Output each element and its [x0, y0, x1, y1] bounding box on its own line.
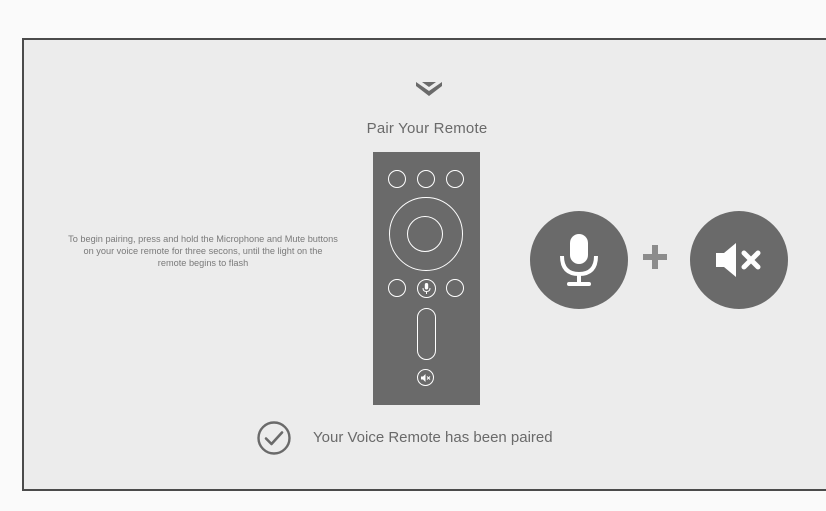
- pairing-instructions: To begin pairing, press and hold the Mic…: [68, 234, 338, 268]
- remote-top-button-left: [388, 170, 406, 188]
- microphone-icon: [560, 234, 598, 286]
- mute-small-icon: [420, 373, 430, 382]
- remote-illustration: [373, 152, 480, 405]
- microphone-small-icon: [422, 283, 431, 294]
- speaker-mute-icon: [716, 243, 761, 277]
- remote-top-button-right: [446, 170, 464, 188]
- remote-top-button-center: [417, 170, 435, 188]
- remote-button-left: [388, 279, 406, 297]
- remote-volume-rocker: [417, 308, 436, 360]
- remote-microphone-button: [417, 279, 436, 298]
- remote-mute-button: [417, 369, 434, 386]
- pairing-status-message: Your Voice Remote has been paired: [313, 429, 553, 446]
- remote-dpad-center: [407, 216, 443, 252]
- mute-button-illustration: [690, 211, 788, 309]
- plus-icon: [643, 245, 667, 269]
- chevron-logo-icon: [416, 82, 442, 96]
- remote-button-right: [446, 279, 464, 297]
- page-title: Pair Your Remote: [366, 120, 488, 137]
- microphone-button-illustration: [530, 211, 628, 309]
- check-circle-icon: [257, 421, 291, 455]
